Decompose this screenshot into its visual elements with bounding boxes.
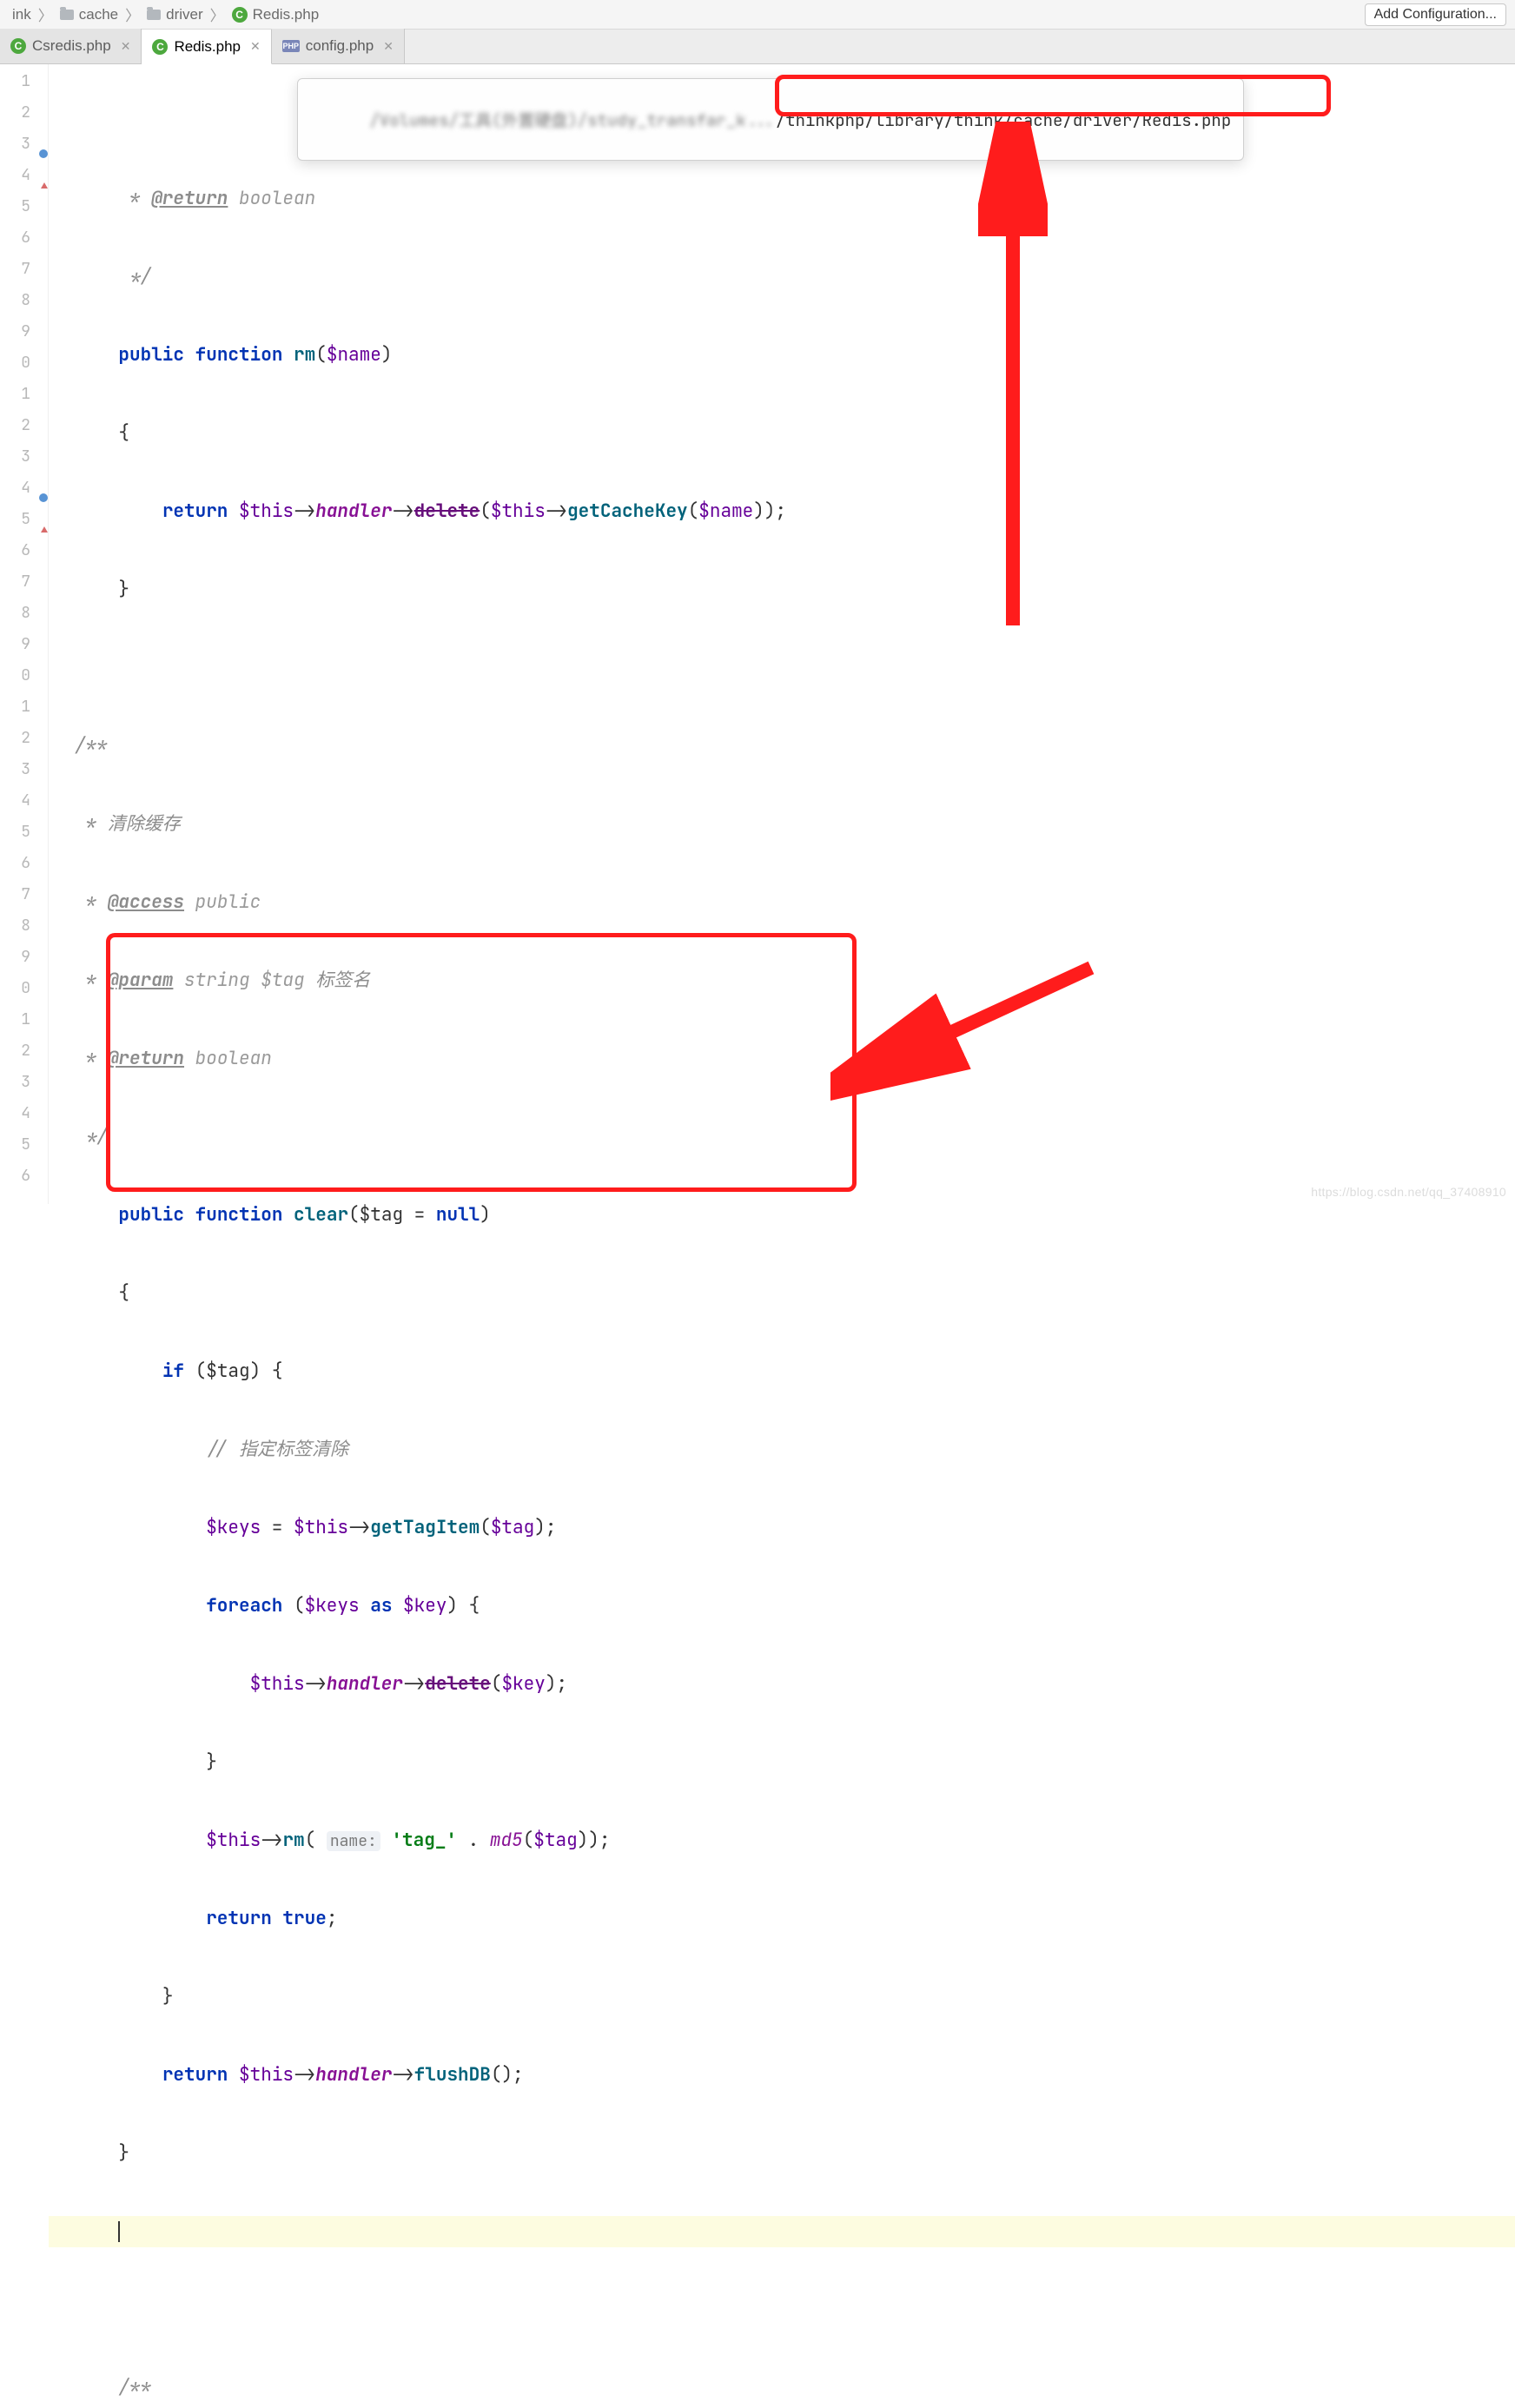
line-number[interactable]: 9 bbox=[0, 316, 48, 347]
breadcrumb-label: cache bbox=[79, 6, 118, 23]
line-number[interactable]: 8 bbox=[0, 285, 48, 316]
line-number[interactable]: 1 bbox=[0, 691, 48, 723]
line-number[interactable]: 3 bbox=[0, 441, 48, 473]
line-number[interactable]: 7 bbox=[0, 254, 48, 285]
close-icon[interactable]: ✕ bbox=[117, 39, 131, 54]
breadcrumb-item-driver[interactable]: driver bbox=[143, 6, 207, 23]
line-number[interactable]: 0 bbox=[0, 973, 48, 1004]
tab-label: config.php bbox=[306, 37, 374, 55]
breadcrumb-label: Redis.php bbox=[253, 6, 320, 23]
watermark: https://blog.csdn.net/qq_37408910 bbox=[1311, 1185, 1506, 1199]
line-number[interactable]: 8 bbox=[0, 598, 48, 629]
line-number[interactable]: 0 bbox=[0, 347, 48, 379]
line-number[interactable]: 2 bbox=[0, 97, 48, 129]
implements-gutter-icon[interactable] bbox=[36, 138, 48, 150]
line-number[interactable]: 1 bbox=[0, 66, 48, 97]
line-number[interactable]: 3 bbox=[0, 129, 48, 160]
line-number[interactable]: 8 bbox=[0, 910, 48, 942]
tooltip-prefix: /Volumes/工具(外置硬盘)/study_transfar_k... bbox=[369, 109, 775, 131]
line-number[interactable]: 1 bbox=[0, 379, 48, 410]
line-number[interactable]: 3 bbox=[0, 754, 48, 785]
chevron-right-icon: 〉 bbox=[35, 3, 56, 25]
close-icon[interactable]: ✕ bbox=[247, 39, 261, 54]
tab-label: Redis.php bbox=[174, 38, 241, 56]
editor-tabs: C Csredis.php ✕ C Redis.php ✕ PHP config… bbox=[0, 30, 1515, 64]
chevron-right-icon: 〉 bbox=[207, 3, 228, 25]
line-number[interactable]: 6 bbox=[0, 222, 48, 254]
line-number[interactable]: 1 bbox=[0, 1004, 48, 1035]
breadcrumb-bar: ink 〉 cache 〉 driver 〉 C Redis.php Add C… bbox=[0, 0, 1515, 30]
add-configuration-button[interactable]: Add Configuration... bbox=[1365, 3, 1506, 26]
breadcrumb-item-file[interactable]: C Redis.php bbox=[228, 6, 323, 23]
tab-csredis[interactable]: C Csredis.php ✕ bbox=[0, 29, 142, 63]
folder-icon bbox=[147, 10, 161, 20]
breadcrumb-label: ink bbox=[12, 6, 31, 23]
editor: 1 2 3 4 5 6 7 8 9 0 1 2 3 4 5 6 7 8 9 0 … bbox=[0, 64, 1515, 1204]
tab-config[interactable]: PHP config.php ✕ bbox=[272, 29, 405, 63]
line-number[interactable]: 5 bbox=[0, 817, 48, 848]
line-number[interactable]: 6 bbox=[0, 1161, 48, 1192]
line-number[interactable]: 4 bbox=[0, 160, 48, 191]
code-area[interactable]: /Volumes/工具(外置硬盘)/study_transfar_k.../th… bbox=[49, 64, 1515, 1204]
chevron-right-icon: 〉 bbox=[122, 3, 143, 25]
tooltip-path: /thinkphp/library/think/cache/driver/Red… bbox=[776, 109, 1231, 131]
line-number[interactable]: 5 bbox=[0, 1129, 48, 1161]
line-number[interactable]: 5 bbox=[0, 191, 48, 222]
folder-icon bbox=[60, 10, 74, 20]
tab-label: Csredis.php bbox=[32, 37, 111, 55]
tab-redis[interactable]: C Redis.php ✕ bbox=[142, 30, 271, 64]
line-number[interactable]: 7 bbox=[0, 566, 48, 598]
line-number[interactable]: 9 bbox=[0, 942, 48, 973]
class-icon: C bbox=[152, 39, 168, 55]
breadcrumb-label: driver bbox=[166, 6, 203, 23]
implements-gutter-icon[interactable] bbox=[36, 482, 48, 494]
class-icon: C bbox=[232, 7, 248, 23]
line-number[interactable]: 5 bbox=[0, 504, 48, 535]
line-number[interactable]: 2 bbox=[0, 723, 48, 754]
breadcrumb-item-cache[interactable]: cache bbox=[56, 6, 122, 23]
line-number[interactable]: 2 bbox=[0, 1035, 48, 1067]
line-number[interactable]: 4 bbox=[0, 785, 48, 817]
php-icon: PHP bbox=[282, 40, 300, 52]
line-number[interactable]: 0 bbox=[0, 660, 48, 691]
breadcrumb-item-ink[interactable]: ink bbox=[9, 6, 35, 23]
line-number[interactable]: 6 bbox=[0, 535, 48, 566]
line-number[interactable]: 6 bbox=[0, 848, 48, 879]
line-number[interactable]: 9 bbox=[0, 629, 48, 660]
close-icon[interactable]: ✕ bbox=[380, 39, 394, 54]
line-number[interactable]: 2 bbox=[0, 410, 48, 441]
line-number[interactable]: 7 bbox=[0, 879, 48, 910]
class-icon: C bbox=[10, 38, 26, 54]
file-path-tooltip: /Volumes/工具(外置硬盘)/study_transfar_k.../th… bbox=[297, 78, 1244, 161]
line-number[interactable]: 4 bbox=[0, 473, 48, 504]
line-number[interactable]: 4 bbox=[0, 1098, 48, 1129]
line-gutter: 1 2 3 4 5 6 7 8 9 0 1 2 3 4 5 6 7 8 9 0 … bbox=[0, 64, 49, 1204]
line-number[interactable]: 3 bbox=[0, 1067, 48, 1098]
